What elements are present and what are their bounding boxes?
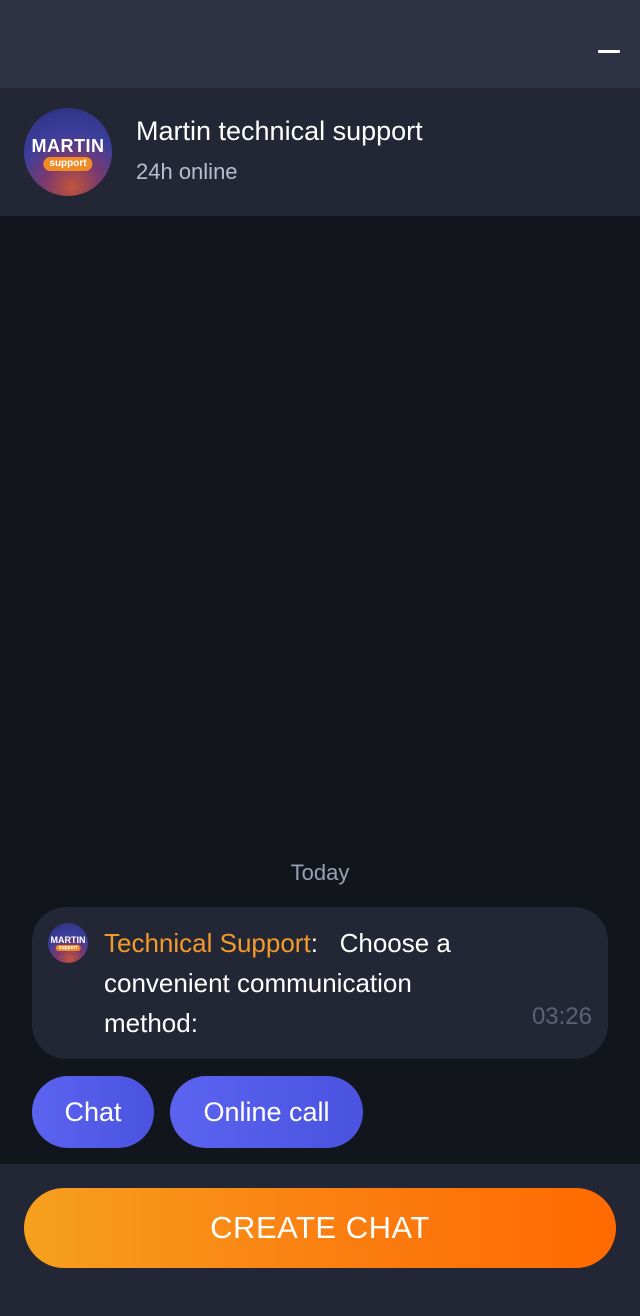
- top-bar: [0, 0, 640, 88]
- date-separator: Today: [290, 860, 350, 885]
- online-status: 24h online: [136, 159, 238, 184]
- minimize-button[interactable]: [592, 30, 624, 62]
- sender-logo-support-pill: support: [55, 945, 81, 951]
- logo-support-pill: support: [43, 157, 93, 171]
- create-chat-button[interactable]: CREATE CHAT: [24, 1188, 616, 1268]
- logo-brand-text: MARTIN: [31, 136, 105, 156]
- message-timestamp: 03:26: [531, 1003, 592, 1030]
- message-sender-separator: :: [310, 928, 318, 958]
- chat-header: MARTIN support Martin technical support …: [0, 88, 640, 216]
- message-bubble: MARTIN support Technical Support: Choose…: [32, 907, 608, 1059]
- online-call-option-button[interactable]: Online call: [170, 1076, 363, 1148]
- sender-avatar: MARTIN support: [48, 923, 88, 963]
- support-title: Martin technical support: [136, 116, 423, 146]
- footer: CREATE CHAT: [0, 1164, 640, 1316]
- message-sender: Technical Support: [104, 928, 311, 958]
- avatar: MARTIN support: [24, 108, 112, 196]
- message-text-block: Technical Support: Choose a convenient c…: [104, 923, 504, 1043]
- minimize-icon: [598, 50, 620, 53]
- sender-logo-brand-text: MARTIN: [50, 935, 86, 945]
- chat-option-button[interactable]: Chat: [32, 1076, 154, 1148]
